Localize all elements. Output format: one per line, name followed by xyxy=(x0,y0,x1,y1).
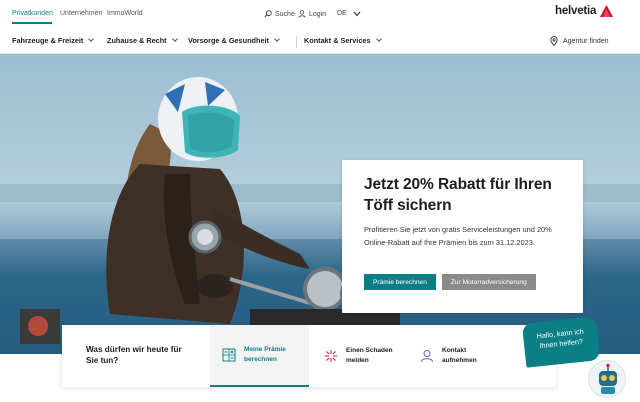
quick-actions-panel: Was dürfen wir heute für Sie tun? Meine … xyxy=(62,325,556,387)
nav-vorsorge-gesundheit[interactable]: Vorsorge & Gesundheit xyxy=(188,36,280,45)
nav-label: Vorsorge & Gesundheit xyxy=(188,36,269,45)
main-navigation: Fahrzeuge & Freizeit Zuhause & Recht Vor… xyxy=(0,30,640,54)
motorcycle-insurance-button[interactable]: Zur Motorradversicherung xyxy=(441,274,536,290)
user-icon xyxy=(298,10,306,18)
language-value: DE xyxy=(337,10,347,17)
robot-icon xyxy=(599,363,617,394)
hero-banner: Jetzt 20% Rabatt für Ihren Töff sichern … xyxy=(0,54,640,354)
chevron-down-icon xyxy=(353,11,361,16)
login-label: Login xyxy=(309,10,327,18)
person-icon xyxy=(421,350,433,363)
nav-label: Fahrzeuge & Freizeit xyxy=(12,36,84,45)
nav-label: Kontakt & Services xyxy=(304,36,371,45)
quick-calculate-premium[interactable]: Meine Prämie berechnen xyxy=(210,325,309,387)
calculator-icon xyxy=(222,348,236,362)
chevron-down-icon xyxy=(171,36,178,42)
promo-card: Jetzt 20% Rabatt für Ihren Töff sichern … xyxy=(342,160,583,313)
search-link[interactable]: Suche xyxy=(264,10,295,18)
promo-actions: Prämie berechnen Zur Motorradversicherun… xyxy=(364,274,536,290)
quick-report-claim[interactable]: Einen Schaden melden xyxy=(312,325,407,387)
calculate-premium-button[interactable]: Prämie berechnen xyxy=(364,274,436,290)
language-select[interactable]: DE xyxy=(337,10,361,17)
agent-finder-link[interactable]: Agentur finden xyxy=(550,36,609,46)
quick-report-claim-label: Einen Schaden melden xyxy=(346,347,393,364)
segment-active-indicator xyxy=(12,22,52,24)
nav-divider xyxy=(296,36,297,48)
top-utility-bar: Privatkunden Unternehmen ImmoWorld Suche… xyxy=(0,0,640,30)
segment-immoworld[interactable]: ImmoWorld xyxy=(107,10,143,17)
quick-contact[interactable]: Kontakt aufnehmen xyxy=(408,325,503,387)
nav-zuhause-recht[interactable]: Zuhause & Recht xyxy=(107,36,178,45)
search-label: Suche xyxy=(275,10,295,18)
location-pin-icon xyxy=(550,36,558,46)
agent-finder-label: Agentur finden xyxy=(563,37,609,45)
nav-fahrzeuge-freizeit[interactable]: Fahrzeuge & Freizeit xyxy=(12,36,95,45)
quick-actions-title: Was dürfen wir heute für Sie tun? xyxy=(86,345,182,365)
helvetia-mark-icon xyxy=(600,5,614,17)
damage-burst-icon xyxy=(325,350,337,362)
search-icon xyxy=(264,10,272,18)
promo-headline: Jetzt 20% Rabatt für Ihren Töff sichern xyxy=(364,176,552,214)
chevron-down-icon xyxy=(88,36,95,42)
nav-kontakt-services[interactable]: Kontakt & Services xyxy=(304,36,382,45)
login-link[interactable]: Login xyxy=(298,10,326,18)
chatbot-avatar[interactable] xyxy=(588,360,626,398)
segment-unternehmen[interactable]: Unternehmen xyxy=(60,10,102,17)
quick-calculate-premium-label: Meine Prämie berechnen xyxy=(244,346,286,363)
logo-text: helvetia xyxy=(555,5,597,17)
quick-contact-label: Kontakt aufnehmen xyxy=(442,347,477,364)
chevron-down-icon xyxy=(274,36,280,42)
nav-label: Zuhause & Recht xyxy=(107,36,167,45)
helvetia-logo[interactable]: helvetia xyxy=(555,5,614,17)
promo-text: Profitieren Sie jetzt von gratis Service… xyxy=(364,225,552,247)
chevron-down-icon xyxy=(375,36,382,42)
segment-privatkunden[interactable]: Privatkunden xyxy=(12,10,53,17)
